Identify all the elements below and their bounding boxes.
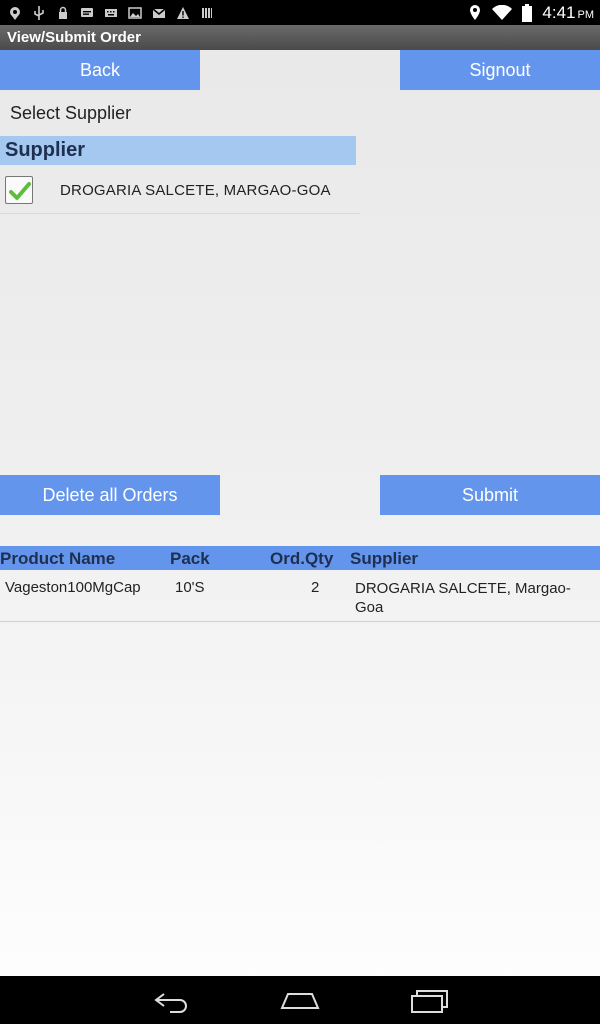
- supplier-checkbox[interactable]: [5, 176, 33, 204]
- cell-qty: 2: [311, 579, 320, 596]
- select-supplier-label: Select Supplier: [10, 103, 132, 123]
- usb-icon: [34, 5, 44, 20]
- table-row[interactable]: Vageston100MgCap 10'S 2 DROGARIA SALCETE…: [0, 571, 600, 622]
- supplier-list-header: Supplier: [0, 136, 356, 165]
- back-button[interactable]: Back: [0, 50, 200, 90]
- supplier-name: DROGARIA SALCETE, MARGAO-GOA: [60, 182, 331, 199]
- delete-all-orders-button[interactable]: Delete all Orders: [0, 475, 220, 515]
- navigation-bar: [0, 976, 600, 1024]
- app-title: View/Submit Order: [0, 25, 600, 50]
- back-nav-icon[interactable]: [152, 986, 192, 1014]
- battery-icon: [522, 3, 533, 22]
- warning-icon: [177, 6, 189, 19]
- column-header-product: Product Name: [0, 549, 116, 568]
- clock-time: 4:41: [542, 2, 576, 22]
- column-header-qty: Ord.Qty: [270, 549, 334, 568]
- wifi-icon: [492, 4, 513, 20]
- home-nav-icon[interactable]: [280, 986, 320, 1014]
- clock-ampm: PM: [577, 8, 595, 21]
- signout-button[interactable]: Signout: [400, 50, 600, 90]
- chat-icon: [81, 7, 93, 17]
- notification-icons: [8, 4, 214, 21]
- cell-product: Vageston100MgCap: [5, 579, 141, 596]
- clock: 4:41 PM: [542, 3, 594, 23]
- cell-pack: 10'S: [175, 579, 205, 596]
- barcode-icon: [202, 7, 212, 18]
- keyboard-icon: [105, 8, 117, 17]
- location-icon: [10, 6, 20, 20]
- recent-apps-icon[interactable]: [410, 986, 450, 1014]
- cell-supplier: DROGARIA SALCETE, Margao-Goa: [355, 580, 571, 616]
- gmail-icon: [152, 7, 166, 18]
- checkmark-icon: [9, 182, 31, 200]
- location-pin-icon: [470, 4, 481, 20]
- status-bar: 4:41 PM: [0, 0, 600, 25]
- image-icon: [128, 6, 142, 19]
- submit-button[interactable]: Submit: [380, 475, 600, 515]
- column-header-pack: Pack: [170, 549, 210, 568]
- lock-icon: [59, 6, 67, 19]
- orders-table-header: Product Name Pack Ord.Qty Supplier: [0, 546, 600, 570]
- column-header-supplier: Supplier: [350, 549, 419, 568]
- system-icons: 4:41 PM: [468, 0, 594, 25]
- supplier-list-item[interactable]: DROGARIA SALCETE, MARGAO-GOA: [0, 166, 360, 214]
